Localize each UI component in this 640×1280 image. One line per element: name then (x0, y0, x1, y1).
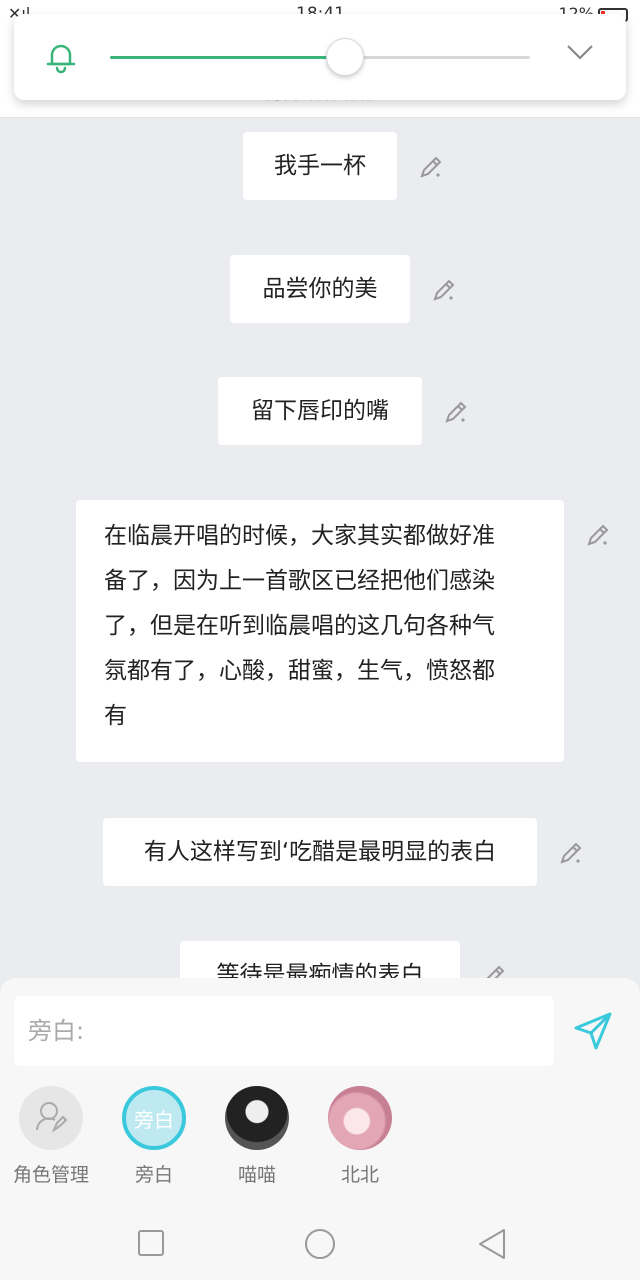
message-line: 在临晨开唱的时候，大家其实都做好准 (104, 523, 495, 549)
message-bubble[interactable]: 有人这样写到‘吃醋是最明显的表白 (103, 818, 537, 886)
edit-pencil-icon[interactable] (443, 399, 469, 425)
chat-list[interactable]: 我手一杯 品尝你的美 留下唇印的嘴 在临晨开唱的时候，大家其实都做好准 备了，因… (0, 118, 640, 980)
edit-pencil-icon[interactable] (431, 277, 457, 303)
message-bubble[interactable]: 品尝你的美 (230, 255, 410, 323)
home-icon[interactable] (302, 1228, 338, 1264)
message-bubble[interactable]: 我手一杯 (243, 132, 397, 200)
role-manage-avatar (19, 1086, 83, 1150)
user-edit-icon (36, 1102, 68, 1133)
back-icon[interactable] (476, 1228, 508, 1260)
role-label: 北北 (340, 1164, 379, 1186)
role-beibei-avatar (328, 1086, 392, 1150)
role-selector: 角色管理 旁白 旁白 喵喵 北北 (0, 1086, 640, 1196)
role-miaomiao-avatar (225, 1086, 289, 1150)
message-line: 有 (104, 703, 127, 729)
composer-panel: 角色管理 旁白 旁白 喵喵 北北 (0, 978, 640, 1208)
role-narrator[interactable]: 旁白 旁白 (109, 1086, 199, 1187)
volume-slider[interactable] (110, 38, 530, 76)
message-bubble[interactable]: 等待是最痴情的表白 (180, 941, 460, 980)
message-line: 氛都有了，心酸，甜蜜，生气，愤怒都 (104, 658, 495, 684)
message-bubble-long[interactable]: 在临晨开唱的时候，大家其实都做好准 备了，因为上一首歌区已经把他们感染 了，但是… (76, 500, 564, 762)
role-narrator-avatar: 旁白 (122, 1086, 186, 1150)
system-nav-bar (0, 1208, 640, 1280)
edit-pencil-icon[interactable] (558, 840, 584, 866)
role-beibei[interactable]: 北北 (315, 1086, 405, 1187)
role-manage[interactable]: 角色管理 (6, 1086, 96, 1187)
send-icon[interactable] (572, 1010, 614, 1052)
edit-pencil-icon[interactable] (418, 154, 444, 180)
role-label: 喵喵 (237, 1164, 276, 1186)
role-label: 旁白 (134, 1164, 173, 1186)
volume-slider-thumb[interactable] (326, 38, 365, 76)
bell-icon[interactable] (44, 40, 78, 74)
message-line: 了，但是在听到临晨唱的这几句各种气 (104, 613, 495, 639)
chevron-down-icon[interactable] (566, 42, 594, 62)
recent-apps-icon[interactable] (136, 1228, 166, 1258)
volume-slider-fill (110, 56, 346, 59)
message-line: 备了，因为上一首歌区已经把他们感染 (104, 568, 495, 594)
volume-popup (14, 14, 626, 100)
edit-pencil-icon[interactable] (585, 522, 611, 548)
role-label: 角色管理 (12, 1164, 89, 1186)
role-miaomiao[interactable]: 喵喵 (212, 1086, 302, 1187)
message-bubble[interactable]: 留下唇印的嘴 (218, 377, 422, 445)
message-input[interactable] (14, 996, 554, 1066)
